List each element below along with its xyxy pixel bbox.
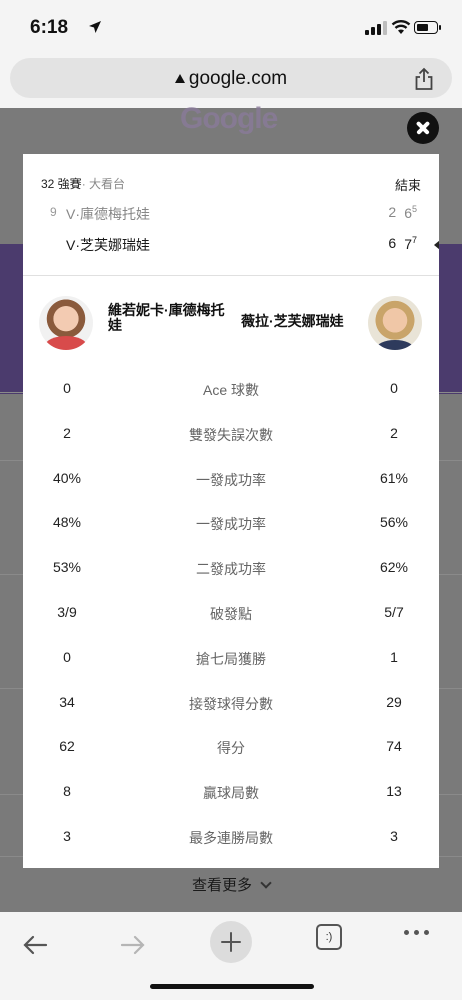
status-bar: 6:18 <box>0 0 462 56</box>
right-stat-value: 1 <box>390 648 398 665</box>
browser-toolbar: :) <box>0 912 462 1000</box>
right-stat-value: 56% <box>379 514 409 531</box>
winner-arrow-icon <box>434 240 439 250</box>
stat-row: 6最高連勝分數8 <box>23 859 439 868</box>
left-stat-value: 48% <box>52 514 82 531</box>
tiebreak-score: 7 <box>411 235 417 245</box>
see-more-button[interactable]: 查看更多 <box>0 874 462 895</box>
clock: 6:18 <box>30 17 69 38</box>
player-name: V·芝芙娜瑞娃 <box>66 237 150 253</box>
stat-label: 最多連勝局數 <box>189 829 273 846</box>
stat-row: 34 接發球得分數 29 <box>23 680 439 725</box>
stat-row: 2 雙發失誤次數 2 <box>23 411 439 456</box>
round-name: 32 強賽 <box>41 177 82 191</box>
stat-row: 3/9 破發點 5/7 <box>23 590 439 635</box>
set-score: 6 <box>388 235 397 251</box>
venue-name: · 大看台 <box>81 177 126 191</box>
stat-label: 破發點 <box>210 605 252 622</box>
stat-label: Ace 球數 <box>202 382 259 398</box>
set-score: 65 <box>404 204 417 221</box>
battery-tip <box>439 25 441 30</box>
battery-icon <box>414 21 438 34</box>
stats-table: 0 Ace 球數 0 2 雙發失誤次數 2 40% 一發成功率 61% 48% 一發成功率 56% 53… <box>23 366 439 868</box>
stat-row: 8 贏球局數 13 <box>23 769 439 814</box>
left-stat-value: 3/9 <box>57 603 77 620</box>
player-scores: 6 77 <box>388 235 417 252</box>
stat-row: 3 最多連勝局數 3 <box>23 814 439 859</box>
left-stat-value: 8 <box>63 783 71 800</box>
match-header: 32 強賽· 大看台 結束 9 V·庫德梅托娃 2 65 V·芝芙娜瑞娃 6 7… <box>23 154 439 276</box>
left-stat-value: 40% <box>52 469 82 486</box>
right-stat-value: 0 <box>390 380 398 396</box>
player-name: V·庫德梅托娃 <box>66 206 150 222</box>
left-stat-value: 0 <box>63 648 71 665</box>
tiebreak-score: 5 <box>411 204 417 214</box>
stat-row: 40% 一發成功率 61% <box>23 456 439 501</box>
left-stat-value: 62 <box>59 738 75 755</box>
stat-label: 一發成功率 <box>196 471 266 488</box>
new-tab-button[interactable] <box>210 921 252 963</box>
avatar <box>39 296 93 350</box>
share-icon[interactable] <box>414 67 434 91</box>
stat-row: 62 得分 74 <box>23 724 439 769</box>
browser-address-area: google.com <box>0 56 462 108</box>
player-comparison-header: 維若妮卡·庫德梅托娃 薇拉·芝芙娜瑞娃 <box>23 276 439 366</box>
left-stat-value: 53% <box>52 559 82 576</box>
player-row: 9 V·庫德梅托娃 2 65 <box>23 202 439 226</box>
stat-row: 0 搶七局獲勝 1 <box>23 635 439 680</box>
stat-label: 搶七局獲勝 <box>196 650 266 667</box>
round-label: 32 強賽· 大看台 <box>41 175 125 192</box>
chevron-down-icon <box>260 877 272 889</box>
right-stat-value: 74 <box>386 738 402 755</box>
stat-label: 贏球局數 <box>203 785 259 802</box>
right-stat-value: 2 <box>390 424 398 441</box>
set-score: 2 <box>388 204 397 220</box>
match-status: 結束 <box>394 178 421 193</box>
right-stat-value: 61% <box>379 469 409 486</box>
home-indicator <box>150 984 314 989</box>
set-score: 77 <box>404 235 417 252</box>
see-more-label: 查看更多 <box>191 877 252 894</box>
stat-label: 接發球得分數 <box>189 695 273 712</box>
tabs-button[interactable]: :) <box>316 924 342 950</box>
forward-icon[interactable] <box>110 922 154 966</box>
player-row: V·芝芙娜瑞娃 6 77 <box>23 233 439 257</box>
right-stat-value: 62% <box>379 559 409 576</box>
player-scores: 2 65 <box>388 204 417 221</box>
right-stat-value: 3 <box>390 827 398 844</box>
google-logo: Google <box>180 102 278 135</box>
back-icon[interactable] <box>14 922 58 966</box>
stat-row: 53% 二發成功率 62% <box>23 545 439 590</box>
stat-label: 一發成功率 <box>196 516 266 533</box>
left-stat-value: 0 <box>63 380 71 396</box>
right-stat-value: 5/7 <box>384 603 404 620</box>
left-stat-value: 2 <box>63 424 71 441</box>
left-stat-value: 3 <box>63 827 71 844</box>
close-button[interactable] <box>407 112 439 144</box>
match-stats-card: 32 強賽· 大看台 結束 9 V·庫德梅托娃 2 65 V·芝芙娜瑞娃 6 7… <box>23 154 439 868</box>
right-stat-value: 29 <box>386 693 402 710</box>
more-icon[interactable] <box>404 930 429 935</box>
avatar <box>368 296 422 350</box>
stat-label: 二發成功率 <box>196 561 266 578</box>
stat-row: 0 Ace 球數 0 <box>23 366 439 411</box>
left-player-name: 維若妮卡·庫德梅托娃 <box>108 302 225 333</box>
cellular-signal-icon <box>365 21 387 35</box>
address-bar[interactable]: google.com <box>10 58 452 98</box>
lock-icon <box>174 74 185 83</box>
location-arrow-icon <box>89 21 101 33</box>
left-stat-value: 34 <box>59 693 75 710</box>
right-stat-value: 13 <box>386 783 402 800</box>
stat-row: 48% 一發成功率 56% <box>23 500 439 545</box>
right-player-name: 薇拉·芝芙娜瑞娃 <box>241 313 344 329</box>
player-seed: 9 <box>50 205 57 219</box>
stat-label: 雙發失誤次數 <box>189 426 273 443</box>
url-text: google.com <box>188 68 288 89</box>
stat-label: 得分 <box>217 740 245 757</box>
wifi-icon <box>391 20 411 34</box>
